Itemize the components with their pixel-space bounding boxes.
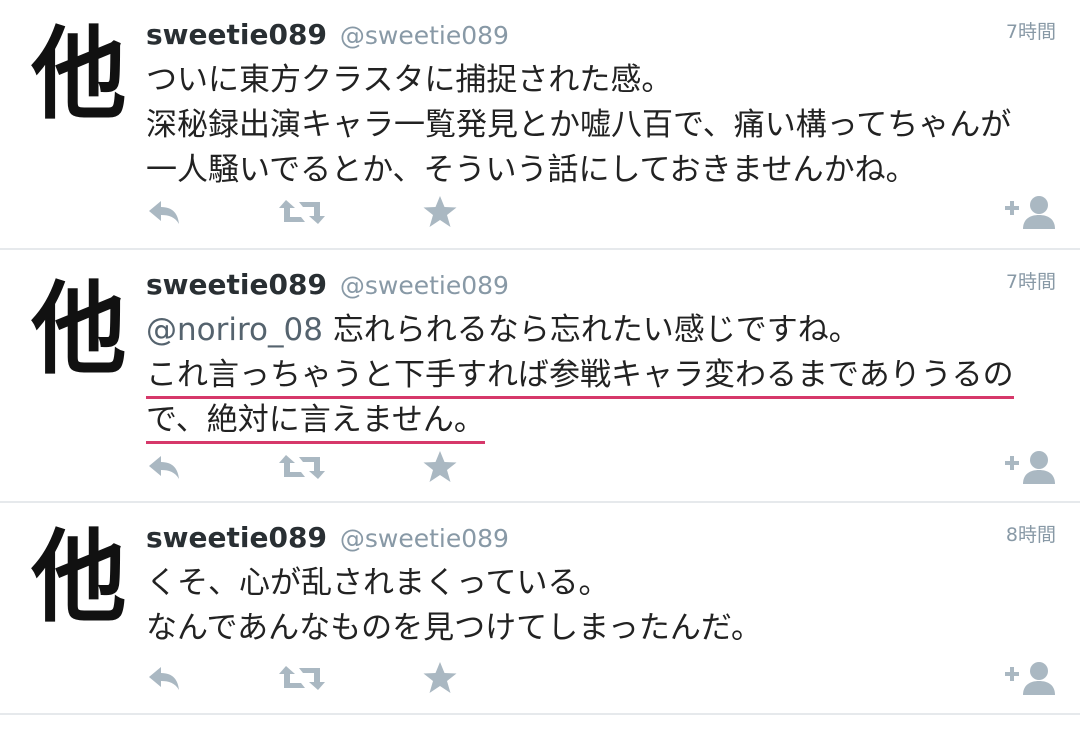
retweet-button[interactable] [277,658,327,698]
tweet-header: sweetie089 @sweetie089 [146,18,509,53]
tweet-text-line: くそ、心が乱されまくっている。 [146,565,610,601]
follow-user-icon [1005,451,1055,484]
user-handle[interactable]: @sweetie089 [340,271,509,300]
user-handle[interactable]: @sweetie089 [340,524,509,553]
tweet-item[interactable]: 他 sweetie089 @sweetie089 7時間 ついに東方クラスタに捕… [0,0,1080,250]
reply-icon [149,456,179,479]
tweet-actions [0,447,1080,487]
retweet-icon [279,200,325,224]
tweet-text: @noriro_08 忘れられるなら忘れたい感じですね。 これ言っちゃうと下手す… [146,308,1061,444]
tweet-timeline: 他 sweetie089 @sweetie089 7時間 ついに東方クラスタに捕… [0,0,1080,730]
favorite-button[interactable] [420,447,460,487]
favorite-star-icon [423,451,457,482]
retweet-icon [279,666,325,690]
reply-button[interactable] [145,192,183,232]
user-handle[interactable]: @sweetie089 [340,21,509,50]
tweet-header: sweetie089 @sweetie089 [146,521,509,556]
tweet-header: sweetie089 @sweetie089 [146,268,509,303]
reply-button[interactable] [145,658,183,698]
tweet-actions [0,658,1080,698]
tweet-text-line: なんであんなものを見つけてしまったんだ。 [146,610,762,646]
mention-link[interactable]: @noriro_08 [146,312,323,348]
tweet-text-line: 忘れられるなら忘れたい感じですね。 [332,312,860,348]
follow-button[interactable] [1003,447,1059,487]
reply-button[interactable] [145,447,183,487]
avatar[interactable]: 他 [25,20,130,130]
user-name[interactable]: sweetie089 [146,268,327,301]
retweet-icon [279,455,325,479]
follow-user-icon [1005,662,1055,695]
retweet-button[interactable] [277,447,327,487]
tweet-text: くそ、心が乱されまくっている。 なんであんなものを見つけてしまったんだ。 [146,561,1061,651]
tweet-actions [0,192,1080,232]
tweet-text-line: で、絶対に言えません。 [146,402,485,444]
follow-button[interactable] [1003,658,1059,698]
avatar[interactable]: 他 [25,523,130,633]
tweet-text: ついに東方クラスタに捕捉された感。 深秘録出演キャラ一覧発見とか嘘八百で、痛い構… [146,58,1061,193]
reply-icon [149,667,179,690]
reply-icon [149,201,179,224]
tweet-text-line: これ言っちゃうと下手すれば参戦キャラ変わるまでありうるの [146,357,1014,399]
favorite-button[interactable] [420,658,460,698]
tweet-text-line: ついに東方クラスタに捕捉された感。 [146,62,673,98]
tweet-timestamp[interactable]: 7時間 [1006,267,1056,294]
favorite-button[interactable] [420,192,460,232]
retweet-button[interactable] [277,192,327,232]
tweet-timestamp[interactable]: 7時間 [1006,17,1056,44]
avatar[interactable]: 他 [25,275,130,385]
user-name[interactable]: sweetie089 [146,18,327,51]
tweet-text-line: 深秘録出演キャラ一覧発見とか嘘八百で、痛い構ってちゃんが [146,107,1012,143]
user-name[interactable]: sweetie089 [146,521,327,554]
tweet-item[interactable]: 他 sweetie089 @sweetie089 7時間 @noriro_08 … [0,250,1080,503]
tweet-text-line: 一人騒いでるとか、そういう話にしておきませんかね。 [146,152,917,188]
tweet-timestamp[interactable]: 8時間 [1006,520,1056,547]
follow-button[interactable] [1003,192,1059,232]
tweet-item[interactable]: 他 sweetie089 @sweetie089 8時間 くそ、心が乱されまくっ… [0,503,1080,715]
favorite-star-icon [423,196,457,227]
favorite-star-icon [423,662,457,693]
follow-user-icon [1005,196,1055,229]
